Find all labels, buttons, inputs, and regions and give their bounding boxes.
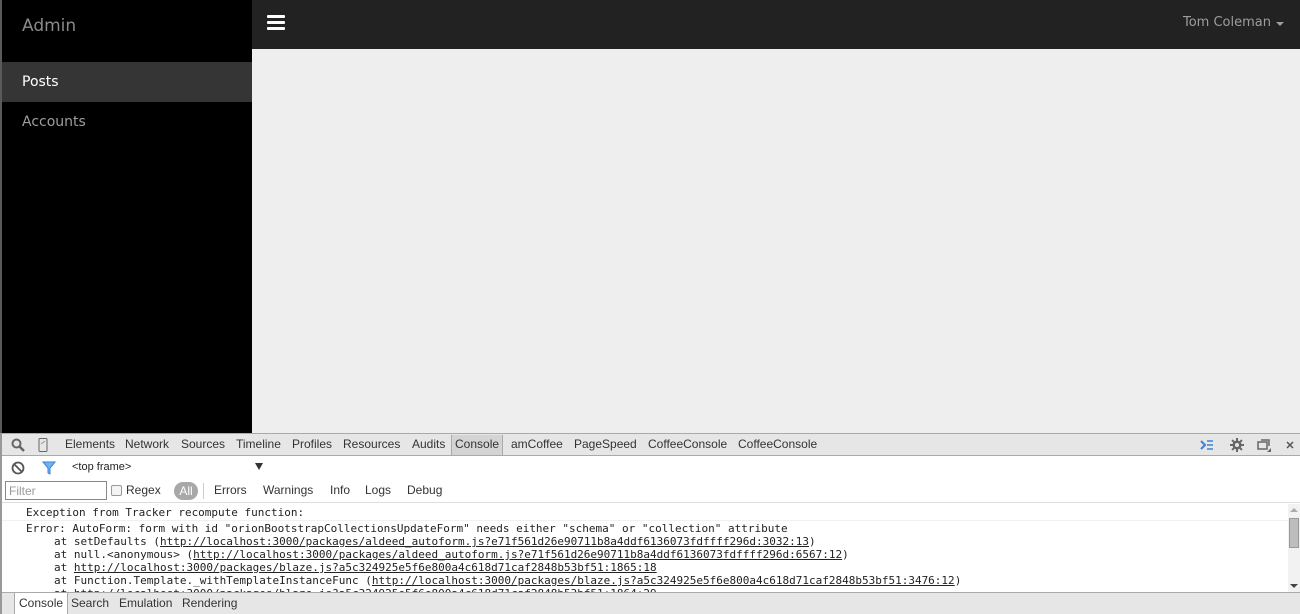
stack-frame-text: at Function.Template._withTemplateInstan… [54, 574, 372, 587]
stack-frame: at Function.Template._withTemplateInstan… [54, 574, 961, 587]
drawer-tab-bar: Console Search Emulation Rendering [2, 592, 1300, 614]
devtools-panel: Elements Network Sources Timeline Profil… [0, 433, 1300, 614]
stack-frame: at null.<anonymous> (http://localhost:30… [54, 548, 849, 561]
stack-frame-suffix: ) [808, 535, 816, 548]
stack-frame-text: at [54, 561, 74, 574]
frame-selector[interactable]: <top frame> [72, 461, 131, 473]
console-toolbar: <top frame> [2, 457, 1300, 479]
stack-frame-suffix: ) [954, 574, 962, 587]
drawer-tab-console[interactable]: Console [14, 593, 69, 614]
user-menu-dropdown[interactable]: Tom Coleman [1183, 15, 1284, 30]
tab-timeline[interactable]: Timeline [236, 437, 281, 451]
sidebar-item-accounts[interactable]: Accounts [2, 102, 252, 142]
drawer-tab-rendering[interactable]: Rendering [182, 596, 237, 610]
filter-input[interactable] [5, 481, 107, 500]
level-info-button[interactable]: Info [330, 483, 350, 497]
stack-frame-suffix: ) [842, 548, 849, 561]
stack-frame: at http://localhost:3000/packages/blaze.… [54, 561, 657, 574]
level-errors-button[interactable]: Errors [214, 483, 247, 497]
user-name: Tom Coleman [1183, 15, 1271, 30]
message-divider [2, 520, 1288, 521]
console-scrollbar[interactable] [1288, 504, 1300, 592]
tab-audits[interactable]: Audits [412, 437, 445, 451]
regex-checkbox[interactable] [111, 485, 122, 496]
drawer-tab-emulation[interactable]: Emulation [119, 596, 172, 610]
console-error-line: Error: AutoForm: form with id "orionBoot… [26, 522, 788, 535]
filter-icon[interactable] [42, 461, 56, 475]
top-navbar: Tom Coleman [252, 0, 1300, 49]
level-warnings-button[interactable]: Warnings [263, 483, 313, 497]
stack-frame-text: at setDefaults ( [54, 535, 160, 548]
page: Admin Posts Accounts Tom Coleman [0, 0, 1300, 433]
show-drawer-icon[interactable] [1200, 438, 1214, 452]
regex-label: Regex [126, 483, 161, 497]
scrollbar-thumb[interactable] [1289, 518, 1299, 548]
stack-frame: at setDefaults (http://localhost:3000/pa… [54, 535, 816, 548]
devtools-tab-bar: Elements Network Sources Timeline Profil… [2, 433, 1300, 456]
stack-frame-link[interactable]: http://localhost:3000/packages/blaze.js?… [74, 561, 657, 574]
scroll-down-arrow-icon[interactable] [1290, 584, 1298, 588]
brand-title: Admin [22, 16, 77, 36]
device-mode-icon[interactable] [36, 438, 50, 452]
tab-resources[interactable]: Resources [343, 437, 400, 451]
level-debug-button[interactable]: Debug [407, 483, 442, 497]
scroll-up-arrow-icon[interactable] [1290, 508, 1298, 512]
tab-amcoffee[interactable]: amCoffee [511, 437, 563, 451]
caret-down-icon [1276, 21, 1284, 26]
search-icon[interactable] [11, 438, 25, 452]
stack-frame-link[interactable]: http://localhost:3000/packages/aldeed_au… [193, 548, 842, 561]
sidebar-item-posts[interactable]: Posts [2, 62, 252, 102]
gear-icon[interactable] [1230, 438, 1244, 452]
dock-icon[interactable] [1257, 438, 1271, 452]
level-divider [203, 483, 204, 499]
tab-coffeeconsole-2[interactable]: CoffeeConsole [738, 437, 817, 451]
console-filter-bar: Regex All Errors Warnings Info Logs Debu… [2, 479, 1300, 503]
console-message-header: Exception from Tracker recompute functio… [26, 506, 305, 519]
stack-frame-text: at null.<anonymous> ( [54, 548, 194, 561]
level-logs-button[interactable]: Logs [365, 483, 391, 497]
frame-dropdown-arrow-icon[interactable] [255, 463, 263, 470]
tab-pagespeed[interactable]: PageSpeed [574, 437, 637, 451]
hamburger-icon[interactable] [267, 15, 285, 31]
stack-frame-link[interactable]: http://localhost:3000/packages/blaze.js?… [372, 574, 955, 587]
tab-network[interactable]: Network [125, 437, 169, 451]
drawer-tab-search[interactable]: Search [71, 596, 109, 610]
stack-frame-link[interactable]: http://localhost:3000/packages/aldeed_au… [160, 535, 809, 548]
console-output: Exception from Tracker recompute functio… [2, 504, 1288, 592]
sidebar: Admin Posts Accounts [2, 0, 252, 433]
tab-profiles[interactable]: Profiles [292, 437, 332, 451]
clear-console-icon[interactable] [11, 461, 25, 475]
tab-sources[interactable]: Sources [181, 437, 225, 451]
main-content [252, 49, 1300, 433]
close-icon[interactable] [1283, 438, 1297, 452]
tab-console[interactable]: Console [451, 435, 504, 455]
level-all-button[interactable]: All [174, 482, 198, 500]
tab-elements[interactable]: Elements [65, 437, 115, 451]
tab-coffeeconsole-1[interactable]: CoffeeConsole [648, 437, 727, 451]
